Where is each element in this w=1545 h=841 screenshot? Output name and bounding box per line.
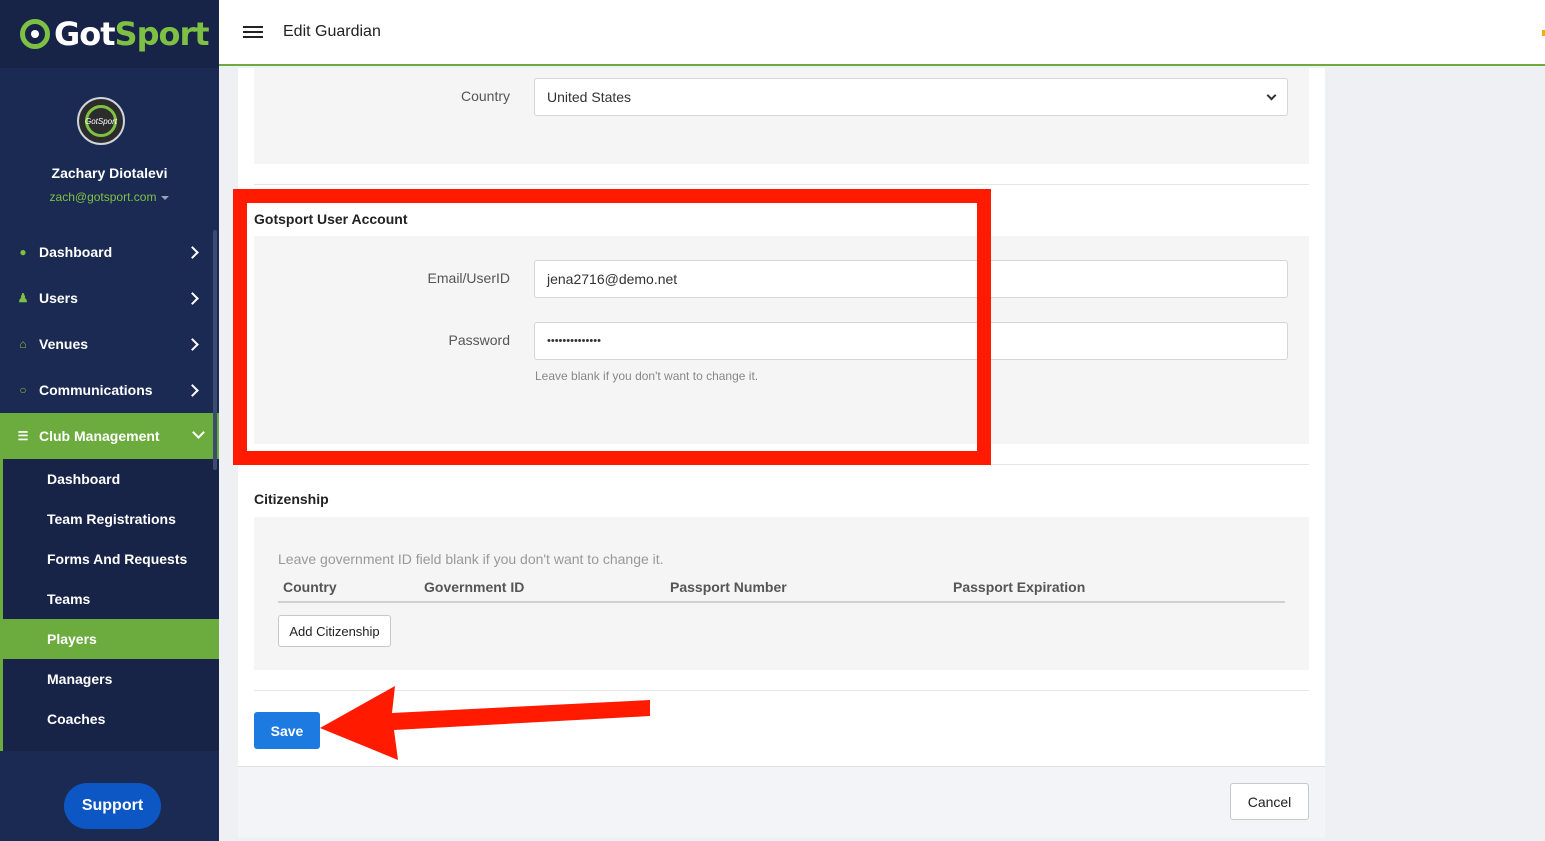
submenu-item-managers[interactable]: Managers (3, 659, 219, 699)
citizenship-section-title: Citizenship (254, 491, 329, 507)
club-management-submenu: Dashboard Team Registrations Forms And R… (3, 459, 219, 751)
chevron-right-icon (186, 291, 199, 305)
cancel-button[interactable]: Cancel (1230, 783, 1309, 820)
page-title: Edit Guardian (283, 23, 381, 40)
divider (254, 184, 1309, 185)
column-header-country: Country (283, 579, 337, 595)
chevron-down-icon (192, 426, 205, 439)
citizenship-help-text: Leave government ID field blank if you d… (278, 551, 664, 567)
chat-icon: ○ (19, 383, 27, 397)
user-email-dropdown[interactable]: zach@gotsport.com (0, 190, 219, 204)
support-button[interactable]: Support (64, 783, 161, 829)
submenu-item-dashboard[interactable]: Dashboard (3, 459, 219, 499)
user-name: Zachary Diotalevi (51, 165, 168, 181)
submenu-item-teams[interactable]: Teams (3, 579, 219, 619)
top-header: Edit Guardian (219, 0, 1545, 66)
column-header-passport-expiration: Passport Expiration (953, 579, 1086, 595)
submenu-item-team-registrations[interactable]: Team Registrations (3, 499, 219, 539)
chevron-right-icon (186, 337, 199, 351)
submenu-item-players[interactable]: Players (3, 619, 219, 659)
sidebar-item-communications[interactable]: ○ Communications (0, 367, 215, 413)
sidebar: GotSport GotSport Zachary Diotalevi zach… (0, 0, 219, 841)
palette-icon: ● (19, 245, 27, 259)
country-select[interactable]: United States (534, 78, 1288, 116)
chevron-right-icon (186, 383, 199, 397)
submenu-item-coaches[interactable]: Coaches (3, 699, 219, 739)
sidebar-item-club-management[interactable]: ☰ Club Management (0, 413, 219, 459)
users-icon: ♟ (17, 291, 29, 305)
highlight-box-annotation (233, 189, 991, 465)
home-icon: ⌂ (19, 337, 27, 351)
country-label: Country (460, 88, 510, 104)
avatar-logo: GotSport (85, 105, 117, 137)
hamburger-menu-icon[interactable] (243, 26, 263, 38)
sidebar-item-users[interactable]: ♟ Users (0, 275, 215, 321)
caret-down-icon (161, 195, 170, 200)
sidebar-scrollbar[interactable] (213, 230, 217, 470)
avatar[interactable]: GotSport (77, 97, 125, 145)
column-header-government-id: Government ID (424, 579, 525, 595)
table-header-rule (278, 601, 1285, 603)
add-citizenship-button[interactable]: Add Citizenship (278, 615, 391, 647)
logo-icon (20, 19, 50, 49)
chevron-down-icon (1266, 90, 1277, 101)
chevron-right-icon (186, 245, 199, 259)
arrow-left-annotation (320, 686, 650, 760)
sidebar-item-dashboard[interactable]: ● Dashboard (0, 229, 215, 275)
logo-text: GotSport (54, 15, 210, 53)
submenu-item-forms-and-requests[interactable]: Forms And Requests (3, 539, 219, 579)
list-icon: ☰ (17, 429, 29, 443)
logo[interactable]: GotSport (0, 0, 219, 68)
sidebar-item-venues[interactable]: ⌂ Venues (0, 321, 215, 367)
form-footer (238, 766, 1325, 838)
column-header-passport-number: Passport Number (670, 579, 787, 595)
